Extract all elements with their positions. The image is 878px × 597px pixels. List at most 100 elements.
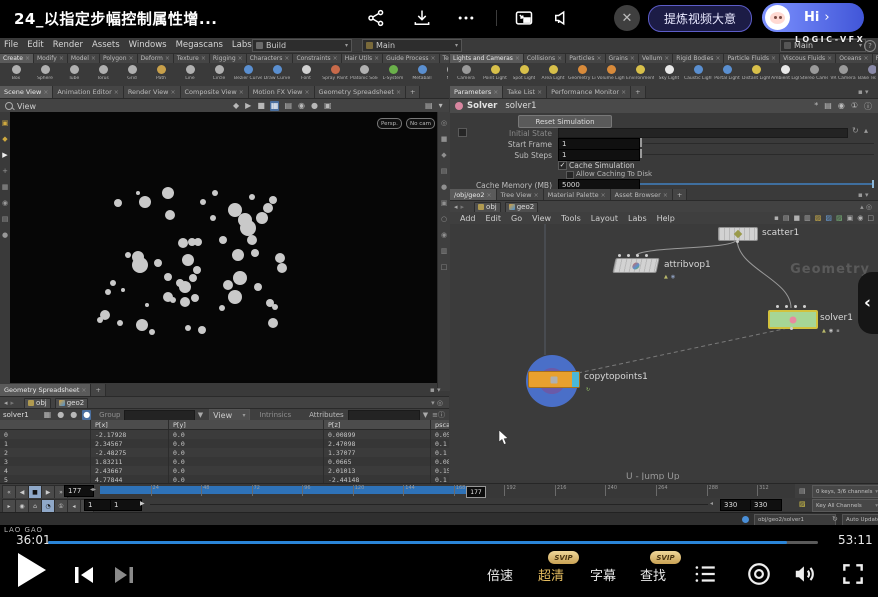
slider-handle[interactable] <box>640 138 642 147</box>
shelf-tool-vr-camera[interactable]: VR Camera <box>829 63 857 85</box>
display-option-icon[interactable]: ◉ <box>441 232 447 239</box>
video-progress-bar[interactable] <box>48 541 818 544</box>
range-step-field[interactable]: 1 <box>110 499 142 511</box>
shelf-tool-distant-light[interactable]: Distant Light <box>742 63 770 85</box>
shelf-tab[interactable]: Viscous Fluids× <box>780 53 836 63</box>
shelf-tab[interactable]: Characters× <box>247 53 294 63</box>
display-option-icon[interactable]: ◆ <box>441 152 446 159</box>
shelf-tool-torus[interactable]: Torus <box>89 63 117 85</box>
back-icon[interactable]: ◂ <box>4 399 8 407</box>
menu-item[interactable]: Megascans <box>176 40 223 50</box>
column-header[interactable]: P[y] <box>169 420 324 429</box>
column-header[interactable]: pscale <box>431 420 449 429</box>
close-icon[interactable]: × <box>515 55 520 62</box>
info-icon[interactable]: ⓘ <box>438 410 445 420</box>
breadcrumb-obj[interactable]: obj <box>474 202 501 213</box>
viewport-mode-icon[interactable]: ▶ <box>244 101 252 111</box>
shelf-tool-bezier-curve[interactable]: Bezier Curve <box>234 63 262 85</box>
quality-button[interactable]: 超清 <box>538 565 564 584</box>
display-option-icon[interactable]: ▥ <box>441 248 448 255</box>
shelf-tool-stereo-camera[interactable]: Stereo Camera <box>800 63 828 85</box>
pane-tab[interactable]: + <box>406 86 420 98</box>
close-icon[interactable]: × <box>284 55 289 62</box>
table-row[interactable]: 31.832110.00.06650.08 <box>0 457 449 466</box>
viewport-tool-icon[interactable]: ◉ <box>2 200 8 207</box>
range-start-field[interactable]: 1 <box>84 499 112 511</box>
network-menu-item[interactable]: Edit <box>486 214 502 223</box>
initial-state-input[interactable] <box>558 128 848 138</box>
range-end-field2[interactable]: 330 <box>750 499 782 511</box>
column-header[interactable]: P[x] <box>91 420 169 429</box>
viewport-mode-icon[interactable]: ● <box>310 101 319 111</box>
viewport-tool-icon[interactable]: ▦ <box>2 184 9 191</box>
menu-item[interactable]: File <box>4 40 18 50</box>
search-icon[interactable] <box>5 102 13 110</box>
column-header[interactable]: P[z] <box>324 420 431 429</box>
filter-icon[interactable]: ▼ <box>423 411 428 419</box>
parameter-header-icon[interactable]: ⓘ <box>864 101 872 112</box>
shelf-tool-ambient-light[interactable]: Ambient Light <box>771 63 799 85</box>
breadcrumb-geo2[interactable]: geo2 <box>505 202 539 213</box>
cache-memory-slider[interactable] <box>640 183 872 185</box>
table-row[interactable]: 42.436670.02.010130.15 <box>0 466 449 475</box>
scene-viewport[interactable]: Persp. No cam <box>10 112 437 383</box>
parameter-header-icon[interactable]: * <box>814 101 818 112</box>
slider-track[interactable] <box>643 154 874 155</box>
menu-item[interactable]: Render <box>53 40 83 50</box>
range-slider-track[interactable] <box>150 504 708 505</box>
shelf-tool-geometry-light[interactable]: Geometry Light <box>568 63 596 85</box>
shelf-tool-box[interactable]: Box <box>2 63 30 85</box>
close-icon[interactable]: × <box>493 89 498 96</box>
shelf-tool-portal-light[interactable]: Portal Light <box>713 63 741 85</box>
viewport-corner-icon[interactable]: ▤ <box>424 101 434 111</box>
spreadsheet-mode-icon[interactable]: ● <box>69 410 78 420</box>
spreadsheet-mode-icon[interactable]: ● <box>56 410 65 420</box>
shelf-tab[interactable]: Texture× <box>174 53 210 63</box>
close-icon[interactable]: × <box>114 89 119 96</box>
playback-speed-button[interactable]: 倍速 <box>487 565 513 584</box>
next-episode-button[interactable] <box>112 563 136 591</box>
close-icon[interactable]: × <box>59 55 64 62</box>
shelf-tab[interactable]: Polygon× <box>100 53 138 63</box>
shelf-tool-camera[interactable]: Camera <box>452 63 480 85</box>
shelf-tool-font[interactable]: Font <box>292 63 320 85</box>
network-menu-item[interactable]: Tools <box>561 214 581 223</box>
group-input[interactable] <box>124 410 194 421</box>
keyframe-options-icon[interactable]: ▤ <box>799 487 806 495</box>
share-icon[interactable] <box>362 6 390 30</box>
attributes-input[interactable] <box>348 410 420 421</box>
transport-button[interactable]: « <box>2 485 16 499</box>
playback-option-button[interactable]: ① <box>54 499 68 513</box>
shelf-tool-spot-light[interactable]: Spot Light <box>510 63 538 85</box>
node-attribvop1[interactable] <box>612 258 659 273</box>
display-option-icon[interactable]: ▣ <box>441 200 448 207</box>
close-icon[interactable]: × <box>91 55 96 62</box>
playlist-icon[interactable] <box>692 561 718 591</box>
close-icon[interactable]: × <box>827 55 832 62</box>
shelf-tool-sky-light[interactable]: Sky Light <box>655 63 683 85</box>
pin-icon[interactable]: ▾ ◎ <box>431 399 443 407</box>
pane-tab[interactable]: Performance Monitor× <box>547 86 631 98</box>
viewport-mode-icon[interactable]: ◆ <box>232 101 240 111</box>
display-option-icon[interactable]: ▤ <box>441 168 448 175</box>
viewport-persp-button[interactable]: Persp. <box>377 118 402 129</box>
forward-icon[interactable]: ▸ <box>461 203 465 211</box>
network-toolbar-icon[interactable]: ▨ <box>836 214 843 222</box>
shelf-tab[interactable]: Collisions× <box>524 53 566 63</box>
close-icon[interactable]: × <box>170 89 175 96</box>
shelf-tool-circle[interactable]: Circle <box>205 63 233 85</box>
output-port[interactable] <box>736 240 739 243</box>
shelf-tab[interactable]: Rigging× <box>210 53 247 63</box>
slider-handle[interactable] <box>640 149 642 158</box>
output-port[interactable] <box>790 327 793 330</box>
shelf-tool-tube[interactable]: Tube <box>60 63 88 85</box>
save-state-icon[interactable]: ▴ <box>864 126 868 135</box>
frame-step-icons[interactable]: ◂▸ <box>90 486 96 493</box>
subtitles-button[interactable]: 字幕 <box>590 565 616 584</box>
pane-tab[interactable]: + <box>91 384 105 396</box>
network-menu-item[interactable]: Layout <box>591 214 618 223</box>
viewport-tool-icon[interactable]: ◆ <box>2 136 7 143</box>
network-toolbar-icon[interactable]: ■ <box>794 214 801 222</box>
close-icon[interactable]: × <box>534 192 539 199</box>
network-toolbar-icon[interactable]: ▪ <box>774 214 779 222</box>
